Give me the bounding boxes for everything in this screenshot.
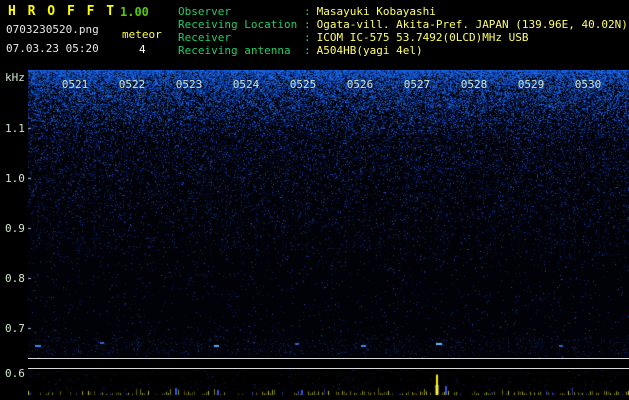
info-label: Observer [178, 5, 231, 18]
time-tick-label: 0527 [403, 78, 431, 91]
freq-tick-label: 0.8 [5, 272, 25, 285]
hrofft-window: H R O F F T 1.00 0703230520.png meteor 4… [0, 0, 629, 400]
app-version: 1.00 [120, 5, 149, 19]
info-label: Receiver [178, 31, 231, 44]
datetime-label: 07.03.23 05:20 [6, 42, 99, 55]
freq-tick-label: 0.6 [5, 367, 25, 380]
time-tick-label: 0521 [61, 78, 89, 91]
time-tick-label: 0524 [232, 78, 260, 91]
info-colon: : [304, 31, 311, 44]
freq-tick-label: 1.0 [5, 172, 25, 185]
freq-tick-label: 1.1 [5, 122, 25, 135]
info-row-location: Receiving Location: Ogata-vill. Akita-Pre… [178, 18, 628, 31]
info-label: Receiving Location [178, 18, 298, 31]
spectrogram-canvas [28, 70, 629, 358]
freq-axis-unit: kHz [5, 71, 25, 84]
separator-line-lower [28, 368, 629, 369]
separator-line-upper [28, 358, 629, 359]
meteor-count: 4 [139, 43, 146, 56]
freq-tick-label: 0.7 [5, 322, 25, 335]
time-tick-label: 0530 [574, 78, 602, 91]
time-tick-label: 0526 [346, 78, 374, 91]
time-tick-label: 0529 [517, 78, 545, 91]
info-row-antenna: Receiving antenna: A504HB(yagi 4el) [178, 44, 628, 57]
info-colon: : [304, 18, 311, 31]
info-row-observer: Observer: Masayuki Kobayashi [178, 5, 628, 18]
info-colon: : [304, 5, 311, 18]
info-colon: : [304, 44, 311, 57]
info-value: Masayuki Kobayashi [316, 5, 436, 18]
station-info: Observer: Masayuki Kobayashi Receiving Lo… [178, 5, 628, 57]
app-title: H R O F F T [8, 4, 117, 19]
time-tick-label: 0522 [118, 78, 146, 91]
info-value: A504HB(yagi 4el) [316, 44, 423, 57]
info-value: Ogata-vill. Akita-Pref. JAPAN (139.96E, … [316, 18, 628, 31]
info-row-receiver: Receiver: ICOM IC-575 53.7492(0LCD)MHz US… [178, 31, 628, 44]
time-tick-label: 0528 [460, 78, 488, 91]
mode-label: meteor [122, 28, 162, 41]
time-axis: 0521 0522 0523 0524 0525 0526 0527 0528 … [28, 78, 629, 92]
freq-tick-label: 0.9 [5, 222, 25, 235]
info-label: Receiving antenna [178, 44, 291, 57]
signal-strip-canvas [28, 370, 629, 398]
time-tick-label: 0525 [289, 78, 317, 91]
output-filename: 0703230520.png [6, 23, 99, 36]
time-tick-label: 0523 [175, 78, 203, 91]
info-value: ICOM IC-575 53.7492(0LCD)MHz USB [316, 31, 529, 44]
